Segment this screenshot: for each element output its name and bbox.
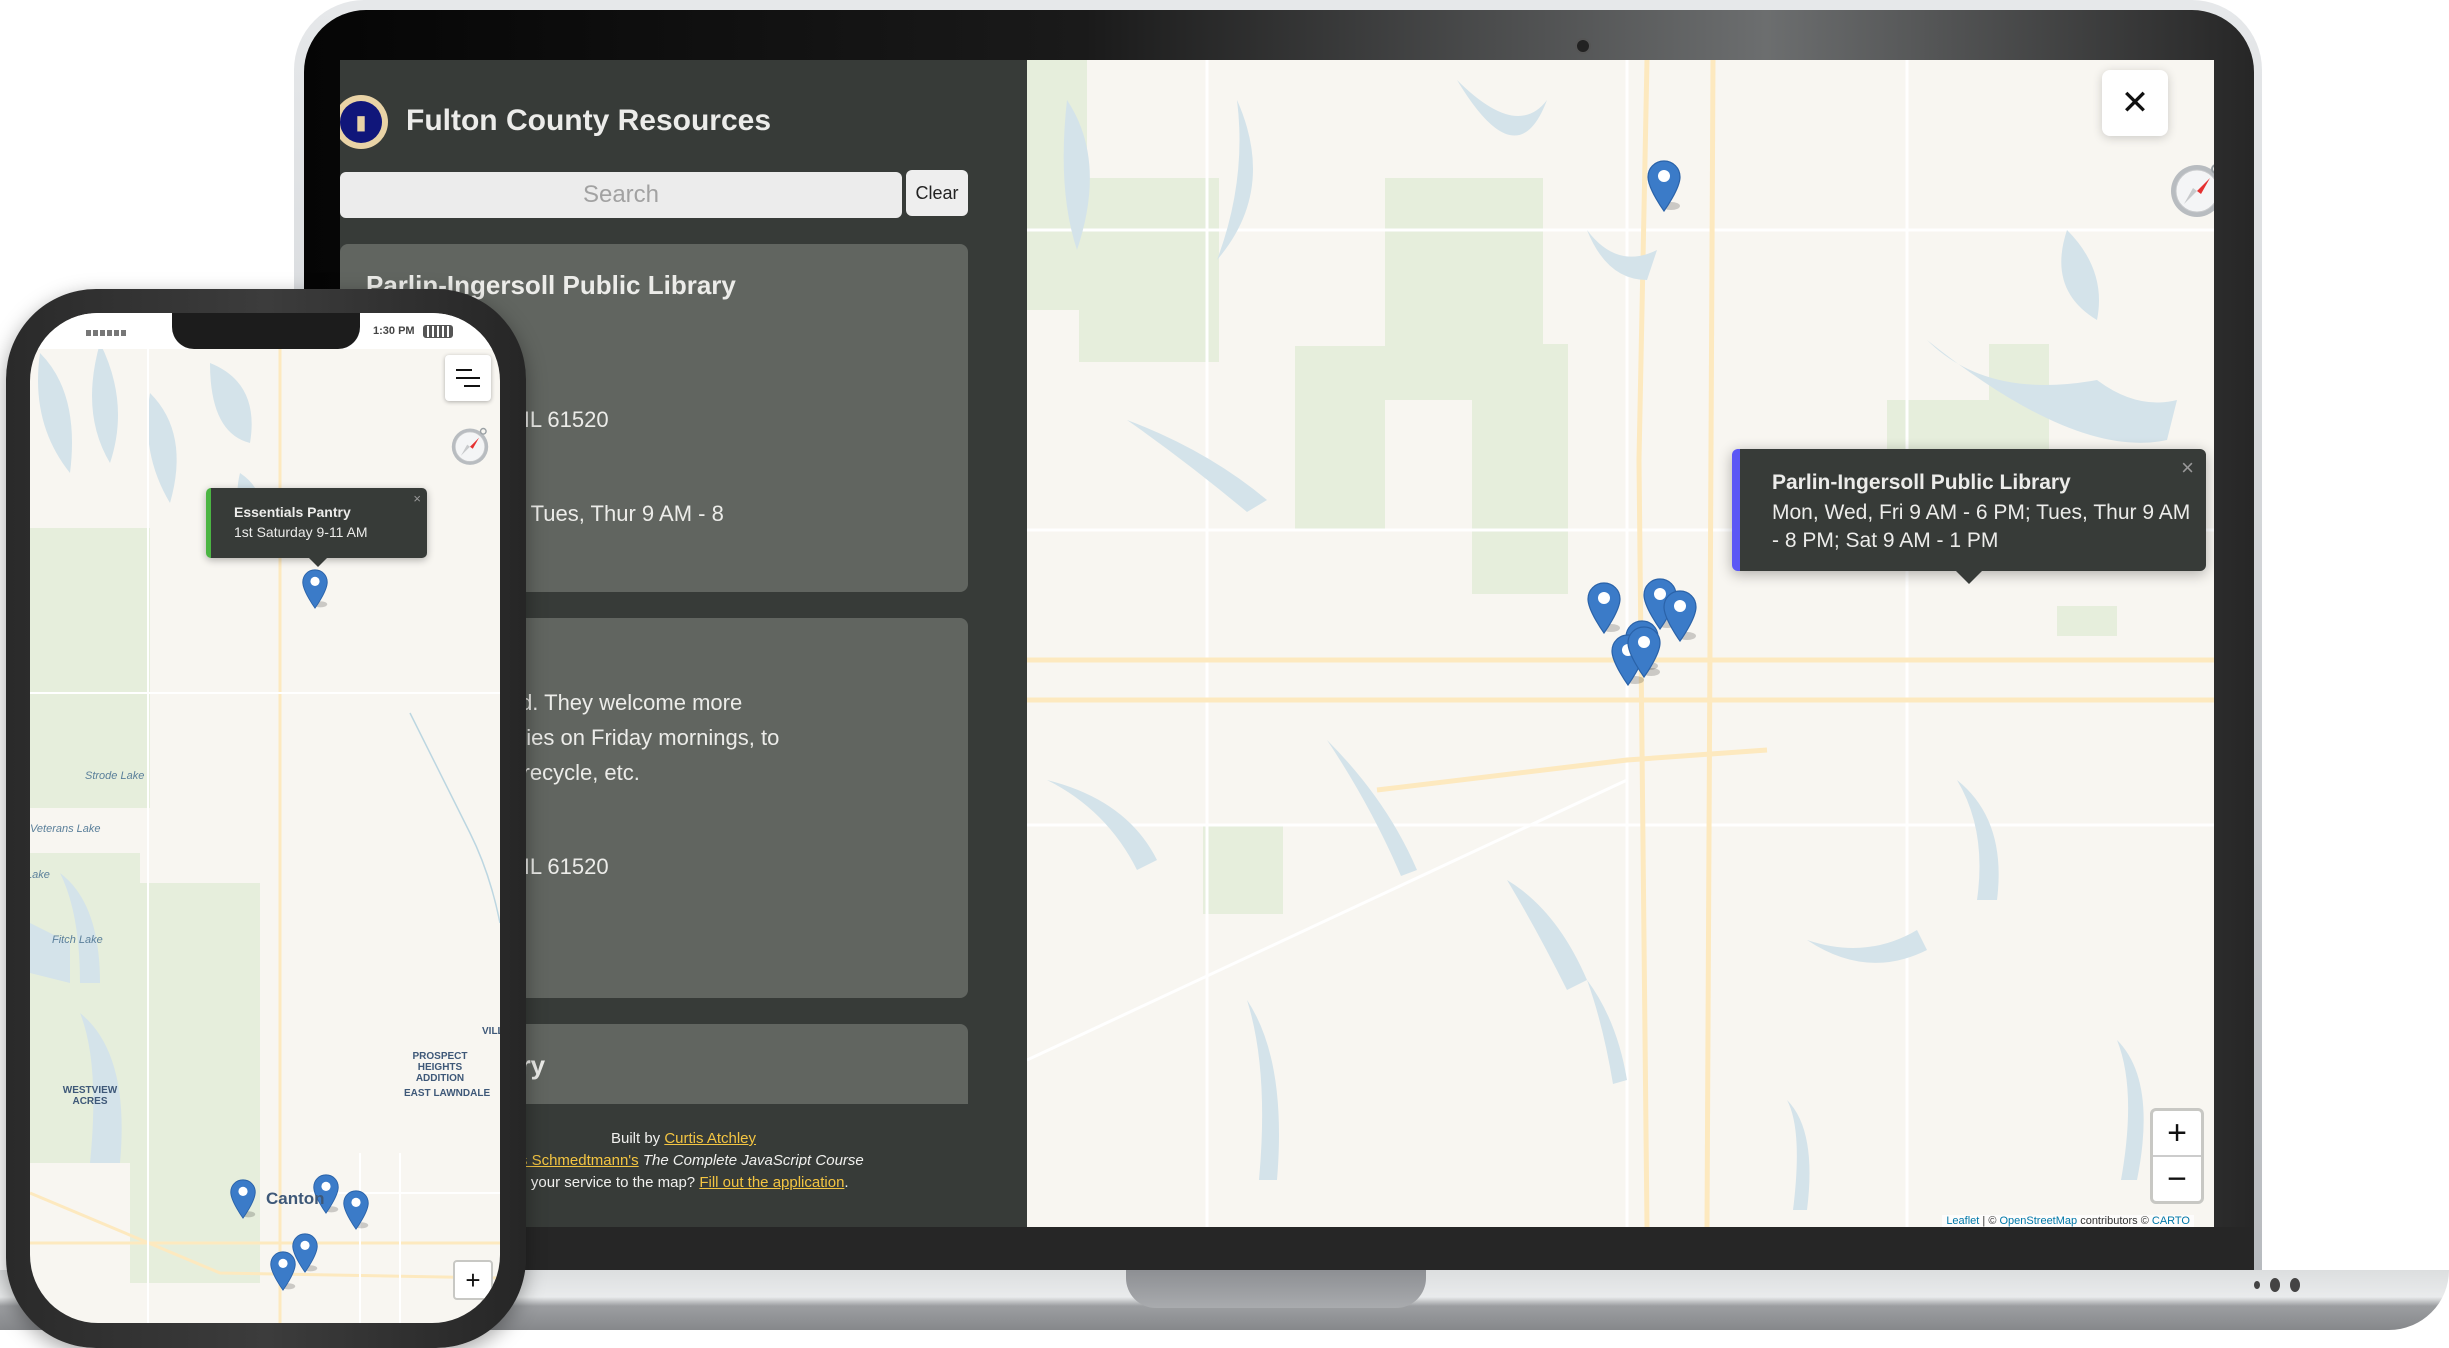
- popup-title: Essentials Pantry: [234, 504, 351, 520]
- clear-button[interactable]: Clear: [906, 170, 968, 216]
- park-area: [2057, 606, 2117, 636]
- popup-text: Mon, Wed, Fri 9 AM - 6 PM; Tues, Thur 9 …: [1772, 501, 2191, 552]
- popup-title: Parlin-Ingersoll Public Library: [1772, 471, 2071, 494]
- zoom-out-button[interactable]: −: [2153, 1157, 2201, 1201]
- popup-tip: [309, 558, 327, 567]
- map-marker[interactable]: [1627, 626, 1661, 678]
- park-area: [1203, 824, 1283, 914]
- phone-map-popup: Essentials Pantry 1st Saturday 9-11 AM ×: [206, 488, 427, 567]
- battery-icon: [423, 325, 453, 338]
- map-marker[interactable]: [1663, 590, 1697, 642]
- app-title: Fulton County Resources: [406, 104, 772, 137]
- phone-notch: [172, 313, 360, 349]
- laptop-chin: [304, 1227, 2254, 1270]
- map-pin-icon: [1587, 582, 1621, 634]
- map-marker[interactable]: [230, 1179, 256, 1219]
- map-label: Strode Lake: [85, 770, 145, 782]
- map[interactable]: Parlin-Ingersoll Public Library Mon, Wed…: [1027, 60, 2214, 1227]
- phone-map-tiles: [30, 313, 500, 1323]
- park-area: [1472, 344, 1568, 594]
- map-marker[interactable]: [1587, 582, 1621, 634]
- author-link[interactable]: Curtis Atchley: [664, 1130, 756, 1147]
- map-label: Veterans Lake: [30, 823, 101, 835]
- map-popup: Parlin-Ingersoll Public Library Mon, Wed…: [1732, 449, 2206, 584]
- leaflet-link[interactable]: Leaflet: [1946, 1215, 1979, 1227]
- park-area: [1079, 178, 1219, 362]
- popup-close-icon[interactable]: ×: [413, 491, 421, 506]
- search-input[interactable]: [340, 172, 902, 218]
- phone-screen[interactable]: 1:30 PM Essentials Pantry 1st Saturday 9…: [30, 313, 500, 1323]
- popup-close-icon[interactable]: ×: [2181, 455, 2194, 481]
- laptop-screen: ▮ Fulton County Resources Clear Parlin-I…: [340, 60, 2214, 1227]
- map-label: VILL: [482, 1026, 500, 1037]
- map-marker[interactable]: [1647, 160, 1681, 212]
- phone-status-bar: 1:30 PM: [30, 313, 500, 349]
- map-label: EAST LAWNDALE: [404, 1088, 491, 1099]
- map-label: Fitch Lake: [52, 934, 103, 946]
- compass-icon[interactable]: [449, 425, 491, 472]
- carto-link[interactable]: CARTO: [2152, 1215, 2190, 1227]
- signal-icon: [86, 330, 126, 336]
- zoom-control: + −: [2150, 1108, 2204, 1204]
- map-label: WESTVIEW ACRES: [62, 1085, 118, 1107]
- popup-tip: [1956, 571, 1982, 584]
- map-marker[interactable]: [302, 569, 328, 609]
- map-marker[interactable]: [270, 1251, 296, 1291]
- menu-button[interactable]: [445, 355, 491, 401]
- map-attribution: Leaflet | © OpenStreetMap contributors ©…: [1942, 1215, 2194, 1227]
- popup-text: 1st Saturday 9-11 AM: [234, 524, 368, 540]
- map-label-canton: Canton: [266, 1189, 325, 1208]
- map-pin-icon: [343, 1190, 369, 1230]
- map-pin-icon: [1627, 626, 1661, 678]
- application-link[interactable]: Fill out the application: [699, 1174, 844, 1191]
- map-label: PROSPECT HEIGHTS ADDITION: [412, 1051, 468, 1084]
- map-label: Lake: [30, 869, 50, 881]
- osm-link[interactable]: OpenStreetMap: [1999, 1215, 2077, 1227]
- camera-icon: [1575, 38, 1591, 54]
- zoom-in-button[interactable]: +: [2153, 1111, 2201, 1157]
- map-pin-icon: [270, 1251, 296, 1291]
- map-pin-icon: [230, 1179, 256, 1219]
- phone-frame: 1:30 PM Essentials Pantry 1st Saturday 9…: [6, 289, 526, 1348]
- park-area: [1295, 346, 1385, 530]
- close-sidebar-button[interactable]: ✕: [2102, 70, 2168, 136]
- zoom-in-button[interactable]: +: [453, 1260, 493, 1300]
- map-pin-icon: [1663, 590, 1697, 642]
- map-marker[interactable]: [343, 1190, 369, 1230]
- phone-time: 1:30 PM: [373, 325, 415, 337]
- menu-icon: [456, 369, 472, 371]
- map-pin-icon: [302, 569, 328, 609]
- laptop-trackpad-notch: [1126, 1270, 1426, 1308]
- laptop-indicator-lights: [2254, 1278, 2300, 1292]
- map-pin-icon: [1647, 160, 1681, 212]
- county-seal-icon: ▮: [340, 95, 388, 149]
